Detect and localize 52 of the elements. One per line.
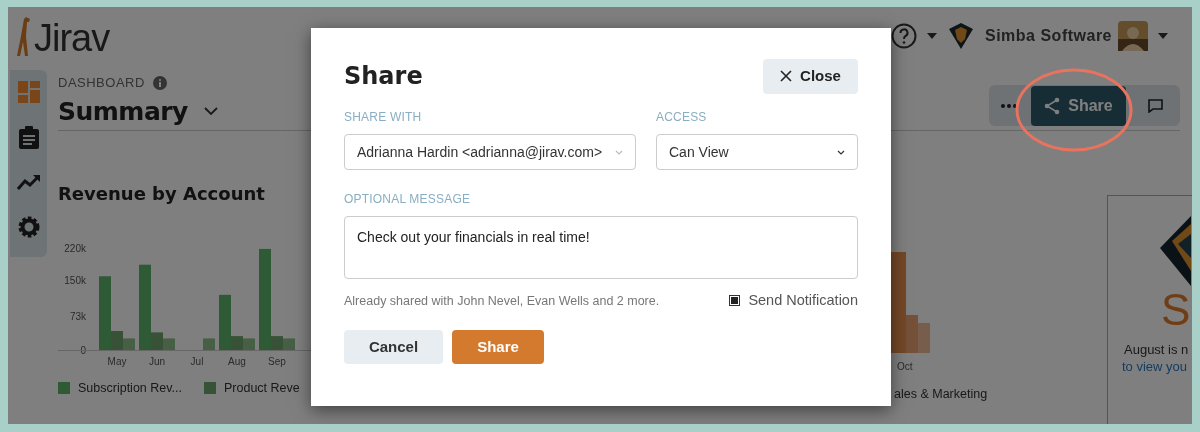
- access-select[interactable]: Can View: [656, 134, 858, 170]
- axis-tick-label: Sep: [268, 356, 286, 367]
- bar: [243, 338, 255, 350]
- axis-tick-label: 220k: [64, 243, 86, 254]
- axis-tick-label: May: [107, 356, 127, 367]
- more-icon[interactable]: [1001, 103, 1017, 108]
- checkbox-label[interactable]: Send Notification: [748, 290, 858, 312]
- axis-tick-label: 73k: [69, 311, 86, 323]
- info-icon[interactable]: [152, 75, 167, 90]
- page-title: Summary: [58, 95, 188, 128]
- field-label: OPTIONAL MESSAGE: [344, 191, 472, 208]
- axis-tick-label: Oct: [897, 360, 913, 374]
- legend-swatch: [204, 382, 216, 395]
- diamond-logo-icon: [946, 22, 975, 50]
- bar: [283, 338, 295, 350]
- diamond-logo-icon: [1160, 216, 1191, 286]
- shared-note: Already shared with John Nevel, Evan Wells and 2 more.: [344, 292, 660, 310]
- logo-text: Jirav: [34, 19, 110, 57]
- company-name[interactable]: Simba Software: [984, 24, 1112, 48]
- clipboard-icon[interactable]: [16, 125, 41, 149]
- close-icon: [780, 70, 793, 82]
- settings-icon[interactable]: [16, 215, 41, 239]
- caret-icon: [615, 149, 623, 155]
- bar: [203, 338, 215, 350]
- comment-icon[interactable]: [1148, 98, 1163, 113]
- axis-tick-label: Jun: [148, 356, 166, 367]
- caret-icon[interactable]: [926, 33, 937, 39]
- axis-tick-label: 150k: [64, 275, 86, 287]
- legend-label: ales & Marketing: [894, 386, 989, 403]
- caret-icon[interactable]: [1158, 33, 1168, 39]
- recipient-select[interactable]: Adrianna Hardin <adrianna@jirav.com>: [344, 134, 636, 170]
- help-icon[interactable]: [890, 23, 917, 49]
- axis-tick-label: Aug: [228, 356, 246, 367]
- field-label: ACCESS: [656, 109, 708, 126]
- message-field[interactable]: Check out your financials in real time!: [344, 216, 858, 279]
- section-label: DASHBOARD: [58, 74, 145, 92]
- legend-swatch: [58, 382, 70, 395]
- field-label: SHARE WITH: [344, 109, 423, 126]
- chart-title: Revenue by Account: [58, 182, 266, 206]
- chevron-down-icon[interactable]: [203, 106, 218, 116]
- cancel-button[interactable]: Cancel: [344, 329, 443, 364]
- caret-icon: [837, 149, 845, 155]
- promo-text: August is n: [1124, 341, 1190, 359]
- close-button[interactable]: Close: [763, 58, 858, 94]
- checkbox[interactable]: [729, 295, 741, 307]
- legend-label: Product Reve: [224, 380, 300, 397]
- share-button[interactable]: Share: [1031, 85, 1126, 126]
- dialog-title: Share: [344, 61, 423, 92]
- legend-label: Subscription Rev...: [78, 380, 182, 397]
- share-icon: [1044, 96, 1061, 115]
- promo-heading: SI: [1161, 288, 1192, 332]
- axis-tick-label: Jul: [190, 356, 204, 367]
